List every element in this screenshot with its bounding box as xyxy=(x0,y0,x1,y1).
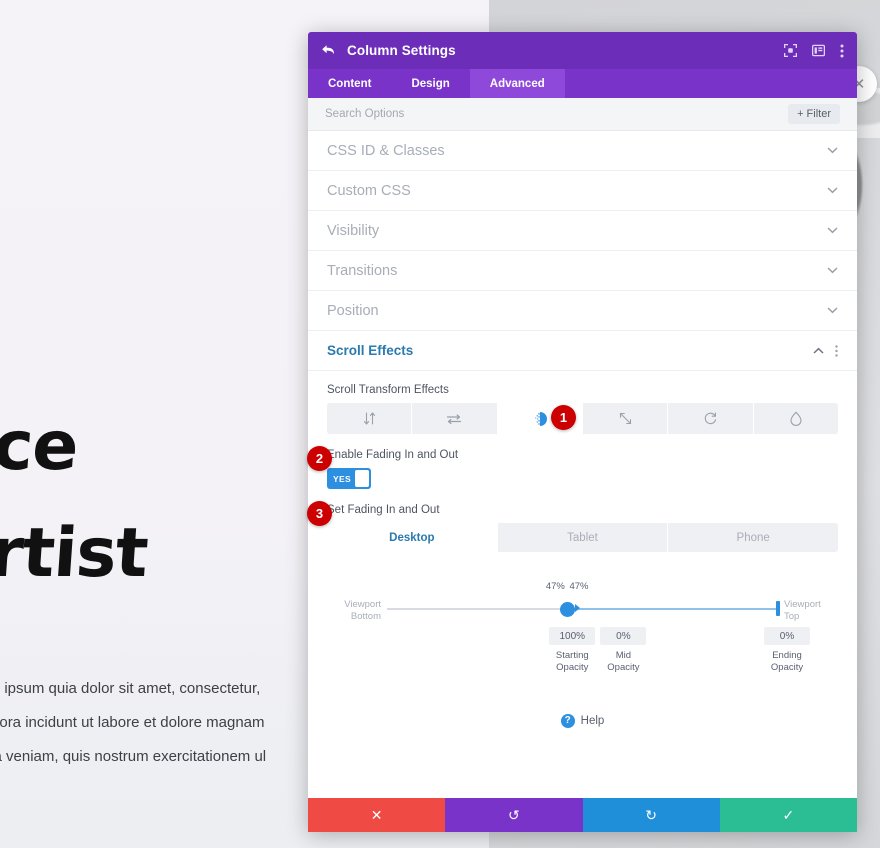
handle-percent-1: 47% xyxy=(545,581,565,592)
section-visibility[interactable]: Visibility xyxy=(308,211,857,251)
scroll-transform-effects-label: Scroll Transform Effects xyxy=(327,384,449,396)
viewport-top-label: Viewport Top xyxy=(784,599,821,622)
search-row: + Filter xyxy=(308,98,857,131)
rotating-icon[interactable] xyxy=(668,403,754,434)
section-label: CSS ID & Classes xyxy=(327,142,445,159)
section-label: Visibility xyxy=(327,222,380,239)
section-css-id-classes[interactable]: CSS ID & Classes xyxy=(308,131,857,171)
enable-fading-group: Enable Fading In and Out YES xyxy=(327,449,838,489)
section-more-icon[interactable] xyxy=(835,344,838,357)
slider-direction-arrow-icon xyxy=(575,604,581,612)
slider-track[interactable] xyxy=(387,608,778,610)
modal-body: CSS ID & Classes Custom CSS Visibility T… xyxy=(308,131,857,798)
annotation-badge-2: 2 xyxy=(307,446,332,471)
chevron-up-icon xyxy=(813,347,824,354)
vertical-motion-icon[interactable] xyxy=(327,403,413,434)
scroll-effects-panel: Scroll Transform Effects Enable Fading I… xyxy=(308,371,857,728)
modal-tab-bar: Content Design Advanced xyxy=(308,69,857,98)
modal-title: Column Settings xyxy=(347,43,456,58)
section-position[interactable]: Position xyxy=(308,291,857,331)
toggle-knob xyxy=(354,470,369,487)
help-label: Help xyxy=(580,715,605,727)
section-custom-css[interactable]: Custom CSS xyxy=(308,171,857,211)
chevron-down-icon xyxy=(827,147,838,154)
set-fading-label: Set Fading In and Out xyxy=(327,504,440,516)
toggle-value-label: YES xyxy=(333,473,351,484)
filter-button[interactable]: + Filter xyxy=(788,104,840,124)
section-label: Scroll Effects xyxy=(327,343,414,358)
page-hero-title: nce Artist xyxy=(0,393,330,608)
more-vertical-icon[interactable] xyxy=(840,44,844,58)
chevron-down-icon xyxy=(827,267,838,274)
focus-icon[interactable] xyxy=(784,44,797,57)
search-input[interactable] xyxy=(325,108,789,120)
column-settings-modal: Column Settings Content Design Advanced xyxy=(308,32,857,832)
slider-handle[interactable] xyxy=(560,601,576,617)
body-line-3: inima veniam, quis nostrum exercitatione… xyxy=(0,748,267,766)
chevron-down-icon xyxy=(827,307,838,314)
blur-icon[interactable] xyxy=(753,403,838,434)
modal-footer: ✕ ↺ ↻ ✓ xyxy=(308,798,857,832)
annotation-badge-3: 3 xyxy=(307,501,332,526)
modal-header: Column Settings xyxy=(308,32,857,69)
section-label: Position xyxy=(327,302,379,319)
starting-opacity-label: Starting Opacity xyxy=(555,650,589,673)
annotation-badge-1: 1 xyxy=(551,405,576,430)
help-icon: ? xyxy=(560,714,575,728)
section-label: Custom CSS xyxy=(327,182,411,199)
starting-opacity-value[interactable]: 100% xyxy=(549,627,596,645)
body-line-1: orem ipsum quia dolor sit amet, consecte… xyxy=(0,680,261,697)
cancel-button[interactable]: ✕ xyxy=(308,798,446,832)
chevron-down-icon xyxy=(827,187,838,194)
tab-design[interactable]: Design xyxy=(391,69,469,98)
back-arrow-icon[interactable] xyxy=(321,44,336,57)
page-body-text: orem ipsum quia dolor sit amet, consecte… xyxy=(0,672,346,775)
section-transitions[interactable]: Transitions xyxy=(308,251,857,291)
hero-title-line-1: nce xyxy=(0,407,81,486)
chevron-down-icon xyxy=(827,227,838,234)
horizontal-motion-icon[interactable] xyxy=(412,403,498,434)
slider-fill xyxy=(570,608,778,610)
mid-opacity-label: Mid Opacity xyxy=(607,650,640,673)
ending-opacity-group: 0% Ending Opacity xyxy=(764,627,810,674)
device-tab-group: Desktop Tablet Phone xyxy=(327,523,838,552)
hero-title-line-2: Artist xyxy=(0,514,150,594)
device-tab-tablet[interactable]: Tablet xyxy=(497,523,669,552)
slider-end-marker[interactable] xyxy=(776,601,780,616)
tab-advanced[interactable]: Advanced xyxy=(469,69,565,98)
page-root: nce Artist orem ipsum quia dolor sit ame… xyxy=(0,0,880,848)
save-button[interactable]: ✓ xyxy=(719,798,857,832)
device-tab-phone[interactable]: Phone xyxy=(668,523,838,552)
scroll-effect-selector xyxy=(327,403,838,434)
enable-fading-toggle[interactable]: YES xyxy=(327,468,371,489)
scaling-icon[interactable] xyxy=(582,403,669,434)
device-tab-desktop[interactable]: Desktop xyxy=(327,523,498,552)
mid-opacity-value[interactable]: 0% xyxy=(600,627,647,645)
starting-opacity-group: 100% Starting Opacity xyxy=(549,627,596,674)
modal-header-icons xyxy=(784,44,844,58)
body-line-2: tempora incidunt ut labore et dolore mag… xyxy=(0,714,265,732)
fading-range-slider: Viewport Bottom Viewport Top 47% 47% 100… xyxy=(327,577,838,674)
handle-percent-2: 47% xyxy=(569,581,589,592)
set-fading-group: Set Fading In and Out Desktop Tablet Pho… xyxy=(327,504,838,552)
section-scroll-effects[interactable]: Scroll Effects xyxy=(308,331,857,371)
viewport-bottom-label: Viewport Bottom xyxy=(344,599,381,622)
tab-content[interactable]: Content xyxy=(308,69,391,98)
handle-percent-readout: 47% 47% xyxy=(545,581,590,592)
help-link[interactable]: ? Help xyxy=(327,714,838,728)
section-label: Transitions xyxy=(327,262,398,279)
undo-button[interactable]: ↺ xyxy=(445,798,583,832)
mid-opacity-group: 0% Mid Opacity xyxy=(600,627,647,674)
redo-button[interactable]: ↻ xyxy=(582,798,720,832)
layout-view-icon[interactable] xyxy=(812,44,825,57)
enable-fading-label: Enable Fading In and Out xyxy=(327,449,459,461)
ending-opacity-label: Ending Opacity xyxy=(770,650,804,673)
ending-opacity-value[interactable]: 0% xyxy=(764,627,810,645)
